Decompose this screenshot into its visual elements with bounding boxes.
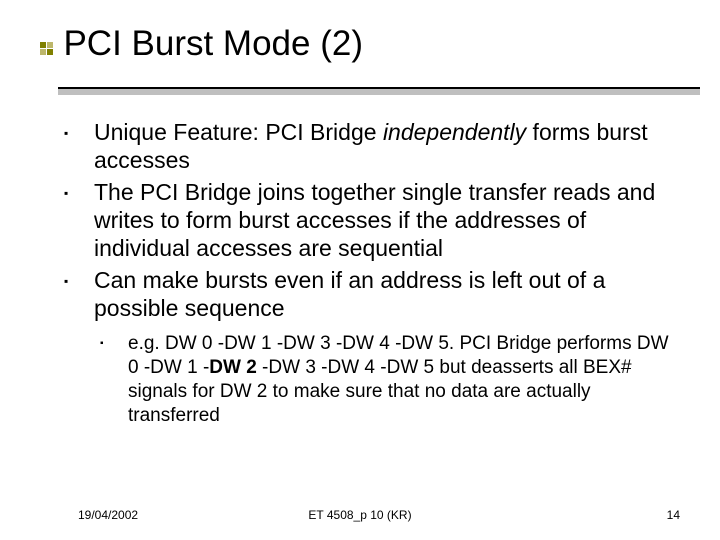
slide-title: PCI Burst Mode (2) <box>63 24 363 63</box>
slide: PCI Burst Mode (2) Unique Feature: PCI B… <box>0 0 720 540</box>
bullet-2: The PCI Bridge joins together single tra… <box>60 178 670 262</box>
sub-bullet-list: e.g. DW 0 -DW 1 -DW 3 -DW 4 -DW 5. PCI B… <box>94 332 670 427</box>
body: Unique Feature: PCI Bridge independently… <box>60 118 670 431</box>
title-row: PCI Burst Mode (2) <box>40 24 680 64</box>
sub-bullet-1: e.g. DW 0 -DW 1 -DW 3 -DW 4 -DW 5. PCI B… <box>94 332 670 427</box>
title-underline-shadow <box>58 89 700 95</box>
bullet-1-text-a: Unique Feature: PCI Bridge <box>94 119 383 145</box>
bullet-1: Unique Feature: PCI Bridge independently… <box>60 118 670 174</box>
bullet-list: Unique Feature: PCI Bridge independently… <box>60 118 670 427</box>
bullet-2-text: The PCI Bridge joins together single tra… <box>94 179 655 261</box>
footer-page: 14 <box>667 508 680 522</box>
bullet-3: Can make bursts even if an address is le… <box>60 266 670 427</box>
title-bullet-icon <box>40 42 53 55</box>
bullet-3-text: Can make bursts even if an address is le… <box>94 267 605 321</box>
footer-mid: ET 4508_p 10 (KR) <box>0 508 720 522</box>
bullet-1-emph: independently <box>383 119 526 145</box>
sub-bullet-1-bold: DW 2 <box>209 357 257 378</box>
